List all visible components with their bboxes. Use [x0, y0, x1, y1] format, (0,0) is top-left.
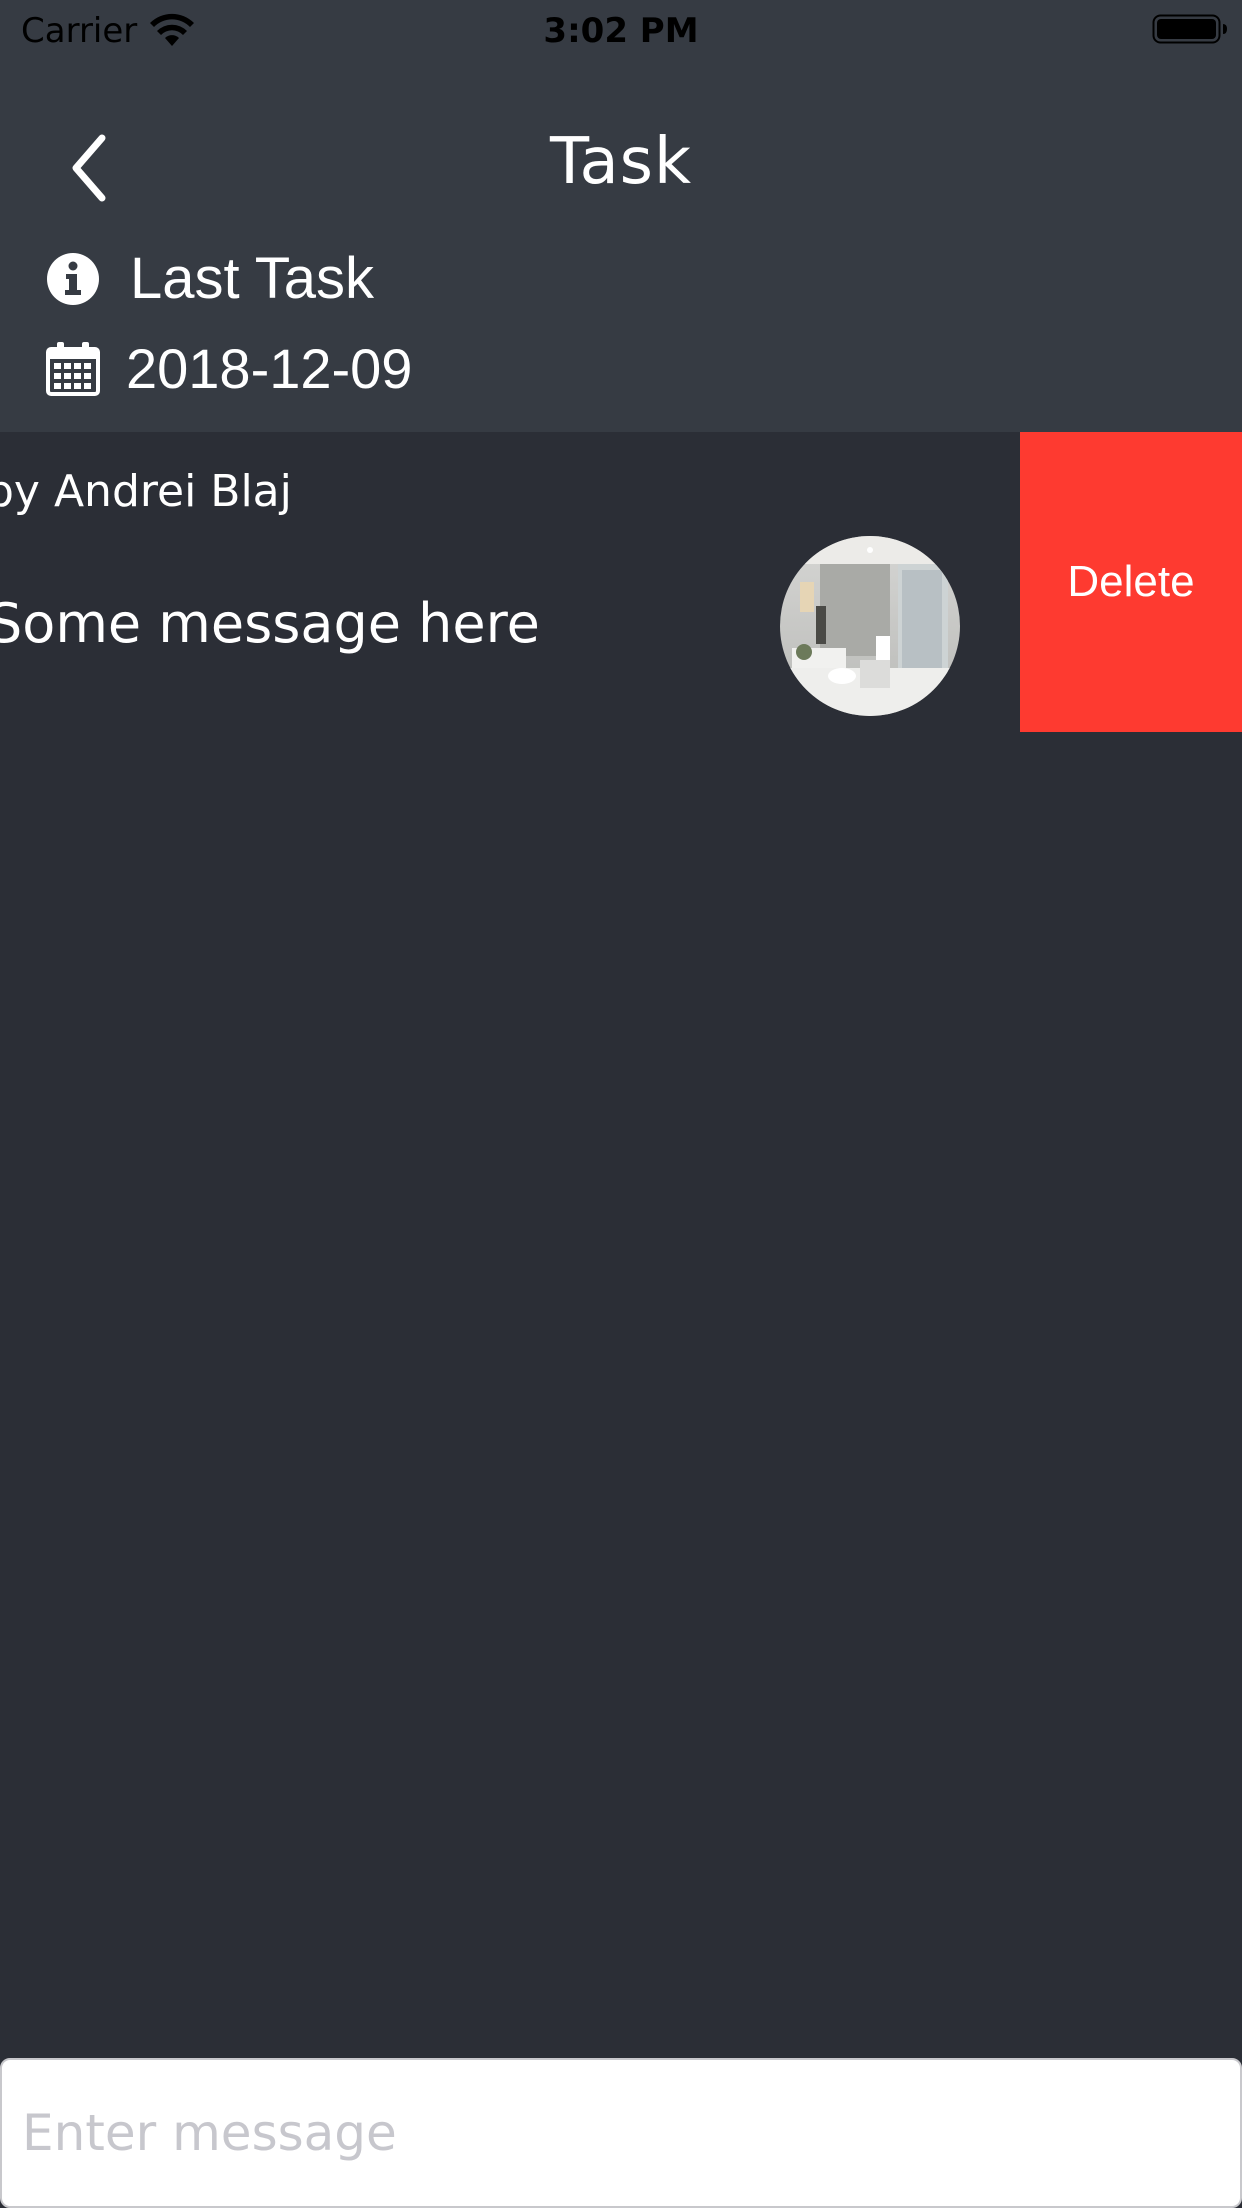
task-date-row: 2018-12-09	[46, 334, 412, 404]
status-bar: Carrier 3:02 PM	[0, 0, 1242, 62]
task-header: Task Last Task 2018-12-09	[0, 62, 1242, 432]
message-input[interactable]	[22, 2088, 1202, 2178]
message-author: by Andrei Blaj	[0, 466, 292, 517]
status-time: 3:02 PM	[543, 11, 699, 51]
task-date: 2018-12-09	[126, 337, 413, 400]
message-row[interactable]: by Andrei Blaj Some message here Delete	[0, 432, 1242, 732]
info-icon	[47, 253, 99, 305]
battery-full-icon	[1152, 14, 1227, 44]
message-text: Some message here	[0, 592, 540, 655]
task-name-row: Last Task	[46, 244, 374, 314]
message-composer	[0, 2058, 1242, 2208]
task-name: Last Task	[130, 246, 374, 311]
page-title: Task	[549, 125, 693, 199]
calendar-icon	[46, 342, 100, 396]
delete-button[interactable]: Delete	[1020, 432, 1242, 732]
message-thumbnail[interactable]	[780, 536, 960, 716]
